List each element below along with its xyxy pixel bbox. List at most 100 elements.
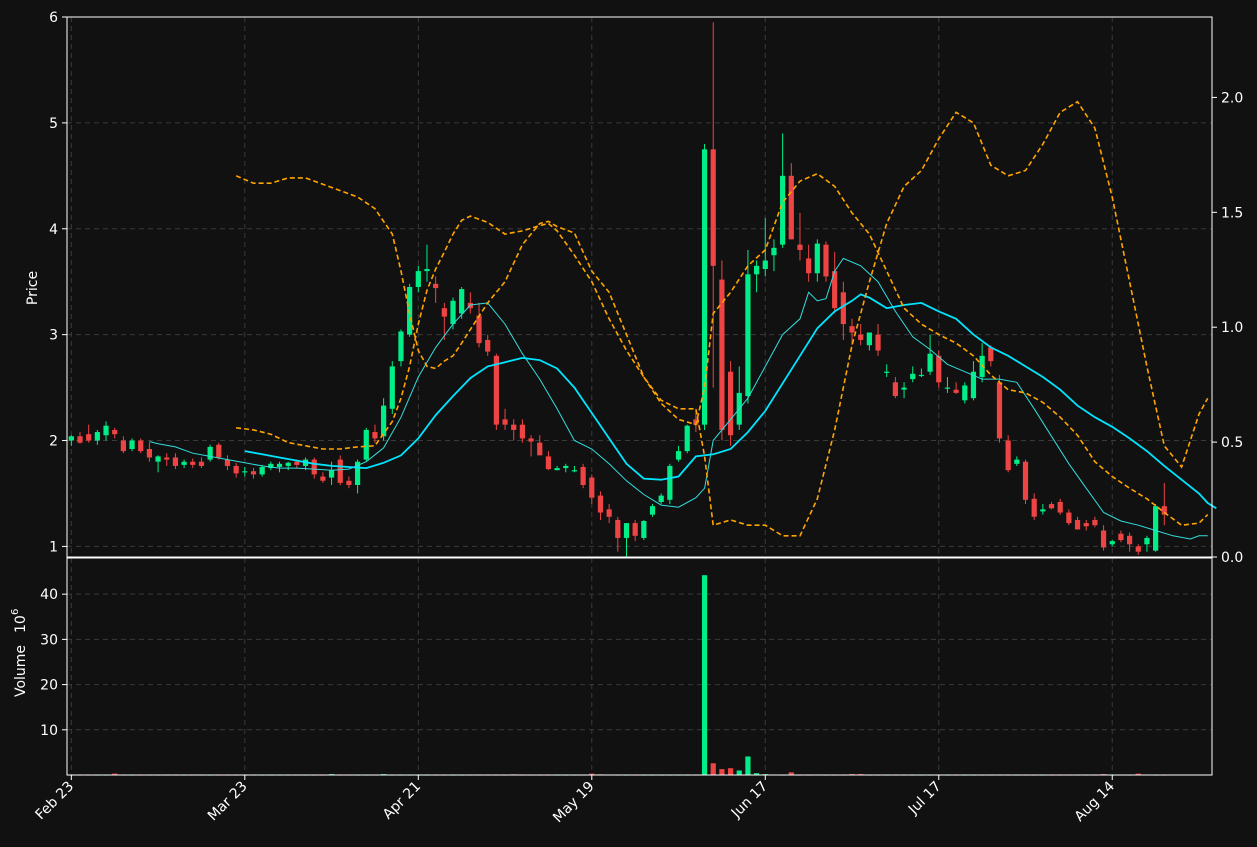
price-tick-label: 3: [49, 328, 58, 344]
candle-body: [207, 446, 213, 460]
secondary-tick-label: 2.0: [1221, 90, 1243, 106]
candle-body: [571, 470, 578, 472]
candle-body: [172, 457, 179, 466]
candle-body: [918, 374, 925, 377]
candle-body: [190, 461, 196, 465]
candle-body: [198, 461, 205, 466]
candle-body: [953, 389, 959, 393]
candle-body: [1022, 461, 1029, 500]
candle-body: [1092, 519, 1098, 526]
candle-body: [511, 424, 517, 430]
candle-body: [771, 247, 777, 256]
candle-body: [623, 523, 630, 538]
candle-body: [294, 461, 300, 465]
candle-body: [606, 509, 612, 517]
price-axis-title: Price: [25, 271, 41, 305]
volume-axis-scale-base: 10: [13, 615, 29, 633]
candle-body: [216, 444, 222, 458]
volume-axis-scale-exponent: 6: [10, 609, 21, 615]
candle-body: [424, 269, 430, 272]
candle-body: [1144, 537, 1150, 545]
candle-body: [754, 265, 760, 275]
candle-body: [433, 283, 439, 289]
candle-body: [597, 495, 604, 513]
secondary-tick-label: 1.0: [1221, 320, 1243, 336]
candle-body: [346, 480, 352, 485]
volume-tick-label: 10: [40, 723, 58, 739]
volume-bar: [745, 756, 751, 775]
candle-body: [1074, 519, 1081, 530]
candle-body: [684, 425, 690, 452]
volume-bar: [710, 763, 716, 775]
candle-body: [1031, 498, 1037, 517]
candle-body: [1135, 546, 1141, 552]
candle-body: [632, 523, 638, 536]
candle-body: [129, 440, 135, 449]
candle-body: [320, 476, 326, 481]
candle-body: [996, 382, 1003, 439]
secondary-tick-label: 0.0: [1221, 550, 1243, 566]
candle-body: [675, 451, 682, 460]
candle-body: [649, 506, 656, 515]
candle-body: [1066, 512, 1072, 524]
candle-body: [86, 434, 92, 441]
candle-body: [537, 442, 543, 456]
candle-body: [910, 373, 916, 380]
candle-body: [441, 308, 447, 317]
candle-body: [181, 461, 187, 465]
candle-body: [233, 465, 239, 474]
candle-body: [285, 462, 291, 466]
volume-bar: [719, 769, 725, 775]
candle-body: [1057, 501, 1063, 513]
volume-tick-label: 20: [40, 678, 58, 694]
candle-body: [563, 465, 569, 469]
candle-body: [615, 519, 621, 538]
candle-body: [398, 331, 404, 362]
candle-body: [788, 175, 794, 240]
candle-body: [112, 429, 118, 435]
candle-body: [849, 326, 855, 333]
candle-body: [589, 477, 595, 498]
candle-body: [328, 470, 335, 478]
candle-body: [138, 440, 144, 452]
candle-body: [554, 468, 560, 471]
candle-body: [866, 332, 872, 346]
candle-body: [372, 432, 378, 439]
candle-body: [814, 243, 820, 274]
volume-bar: [701, 575, 708, 775]
volume-tick-label: 40: [40, 587, 58, 603]
candle-body: [103, 425, 109, 436]
candle-body: [1083, 523, 1089, 527]
candle-body: [250, 471, 257, 475]
candle-body: [962, 385, 968, 401]
candle-body: [459, 289, 465, 314]
volume-bar: [727, 768, 734, 775]
price-tick-label: 1: [49, 539, 58, 555]
candle-body: [476, 315, 482, 344]
candle-body: [545, 456, 552, 470]
price-tick-label: 2: [49, 434, 58, 450]
candle-body: [641, 521, 647, 538]
candle-body: [389, 366, 395, 409]
candle-body: [727, 371, 734, 436]
candle-body: [146, 449, 153, 458]
candle-body: [710, 149, 716, 266]
price-tick-label: 5: [49, 116, 58, 132]
candle-body: [1014, 459, 1020, 464]
candle-body: [580, 467, 586, 485]
chart-root: 1 2 3 4 5 6 0.0 0.5 1.0 1.5 2.0 10 20 30 40 Feb 23 Mar 2…: [0, 0, 1257, 847]
candle-body: [242, 471, 248, 473]
candle-body: [155, 456, 161, 462]
candle-body: [936, 355, 942, 383]
candle-body: [68, 436, 74, 441]
candle-body: [762, 260, 768, 269]
candle-body: [1118, 533, 1124, 541]
volume-tick-label: 30: [40, 632, 58, 648]
candle-body: [667, 465, 673, 500]
candle-body: [164, 457, 170, 460]
candle-body: [875, 334, 881, 351]
candle-body: [806, 258, 812, 274]
candle-body: [823, 244, 829, 277]
candle-body: [120, 440, 126, 452]
candlestick-chart: 1234560.00.51.01.52.010203040Feb 23 Mar 2…: [0, 0, 1257, 847]
